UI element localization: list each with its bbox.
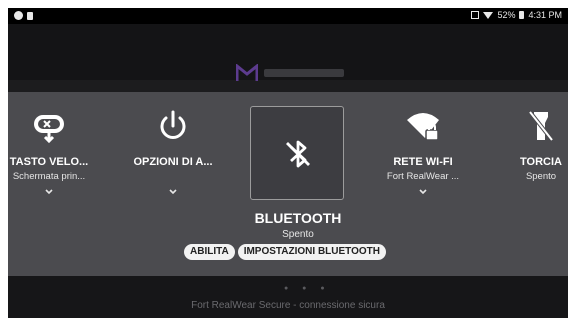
- flashlight-off-icon: [528, 110, 554, 142]
- tile-title: RETE WI-FI: [393, 156, 453, 168]
- tile-title: TORCIA: [520, 156, 562, 168]
- background-indicator-dots: ● ● ●: [284, 285, 331, 292]
- status-right-icons: 52% 4:31 PM: [471, 10, 562, 20]
- enable-button[interactable]: ABILITA: [184, 244, 235, 260]
- tile-title: OPZIONI DI A...: [133, 156, 213, 168]
- notification-dot-icon: [14, 11, 23, 20]
- app-logo-icon: [236, 64, 258, 81]
- device-screen: 52% 4:31 PM TASTO VELO... Schermata prin…: [8, 8, 568, 318]
- bluetooth-off-icon: [286, 140, 310, 168]
- background-footer: [8, 276, 568, 318]
- wifi-lock-icon: [407, 113, 439, 141]
- status-left-icons: [14, 11, 33, 20]
- bluetooth-settings-button[interactable]: IMPOSTAZIONI BLUETOOTH: [237, 244, 386, 260]
- tile-wifi-network[interactable]: RETE WI-FI Fort RealWear ...: [368, 92, 478, 276]
- app-logo-wordmark: [264, 69, 344, 77]
- clock: 4:31 PM: [528, 10, 562, 20]
- sd-card-icon: [27, 11, 33, 20]
- screenshot-icon: [471, 11, 480, 19]
- battery-percent: 52%: [497, 10, 516, 20]
- chevron-down-icon[interactable]: [168, 188, 178, 196]
- bluetooth-actions: ABILITA IMPOSTAZIONI BLUETOOTH: [184, 244, 386, 260]
- chevron-down-icon[interactable]: [418, 188, 428, 196]
- controller-icon: [34, 115, 64, 144]
- tile-subtitle: Spento: [525, 171, 557, 182]
- tile-subtitle: Fort RealWear ...: [386, 171, 460, 182]
- status-bar: 52% 4:31 PM: [8, 8, 568, 24]
- background-footer-text: Fort RealWear Secure - connessione sicur…: [191, 300, 385, 311]
- tile-subtitle: Schermata prin...: [12, 171, 86, 182]
- wifi-signal-icon: [483, 11, 494, 19]
- quick-settings-panel: TASTO VELO... Schermata prin... OPZIONI …: [8, 92, 568, 276]
- bluetooth-tile[interactable]: [250, 106, 344, 200]
- battery-icon: [519, 11, 525, 19]
- chevron-down-icon[interactable]: [44, 188, 54, 196]
- power-icon: [160, 110, 186, 139]
- tile-quick-key[interactable]: TASTO VELO... Schermata prin...: [8, 92, 104, 276]
- tile-flashlight[interactable]: TORCIA Spento: [486, 92, 568, 276]
- tile-title: TASTO VELO...: [9, 156, 89, 168]
